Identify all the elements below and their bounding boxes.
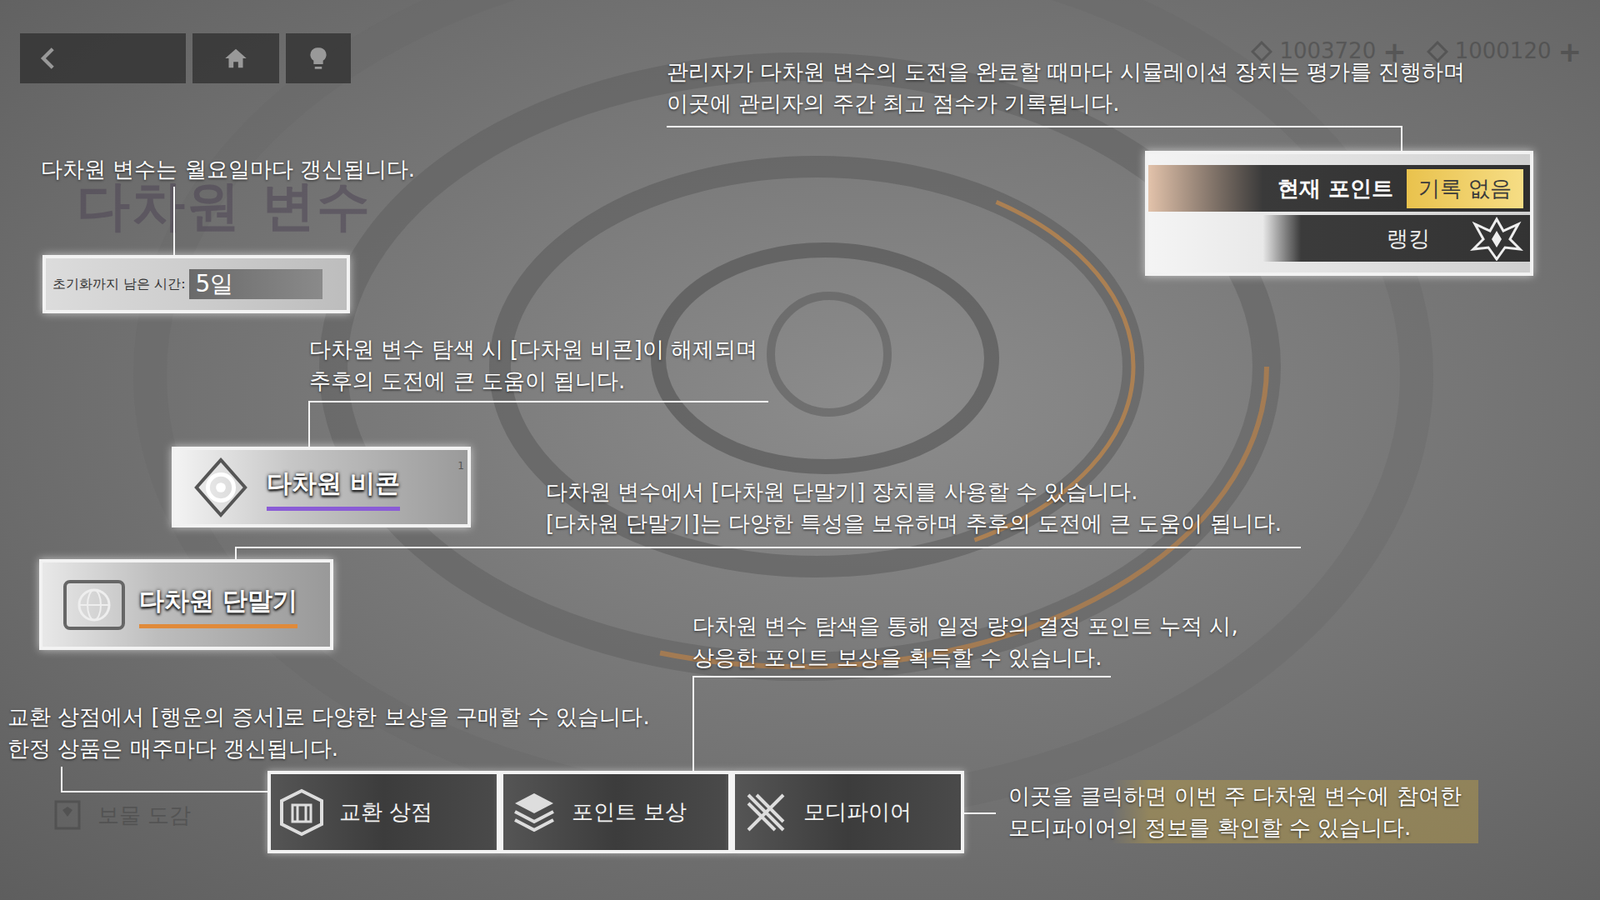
reward-button[interactable]: 포인트 보상 — [500, 770, 733, 854]
home-button[interactable] — [192, 33, 280, 84]
back-button[interactable] — [20, 33, 186, 84]
game-screen: 1003720+1000120+ 다차원 변수 초기화까지 남은 시간: 5일 … — [0, 0, 1600, 900]
tip-line: 관리자가 다차원 변수의 도전을 완료할 때마다 시뮬레이션 장치는 평가를 진… — [666, 55, 1465, 88]
tutorial-tip: 교환 상점에서 [행운의 증서]로 다양한 보상을 구매할 수 있습니다.한정 … — [7, 700, 650, 765]
currency-add-button[interactable]: + — [1558, 37, 1583, 66]
tip-line: 상응한 포인트 보상을 획득할 수 있습니다. — [692, 641, 1239, 674]
tutorial-tip: 다차원 변수에서 [다차원 단말기] 장치를 사용할 수 있습니다.[다차원 단… — [545, 475, 1282, 540]
lightbulb-icon — [304, 44, 333, 73]
terminal-label: 다차원 단말기 — [139, 581, 298, 629]
tip-line: 이곳을 클릭하면 이번 주 다차원 변수에 참여한 — [1008, 780, 1462, 812]
tip-line: 이곳에 관리자의 주간 최고 점수가 기록됩니다. — [666, 87, 1465, 120]
tip-line: 한정 상품은 매주마다 갱신됩니다. — [7, 732, 650, 765]
currency-value: 1000120 — [1455, 35, 1552, 68]
tip-button[interactable] — [285, 33, 351, 84]
tip-line: 다차원 변수 탐색을 통해 일정 량의 결정 포인트 누적 시, — [692, 610, 1239, 642]
bottom-bar: 교환 상점 포인트 보상 모디파이어 — [267, 770, 965, 854]
shop-button[interactable]: 교환 상점 — [267, 770, 500, 854]
bar-label: 모디파이어 — [803, 795, 912, 829]
beacon-label: 다차원 비콘 — [266, 464, 400, 511]
tip-line: 교환 상점에서 [행운의 증서]로 다양한 보상을 구매할 수 있습니다. — [7, 700, 650, 733]
reset-value: 5일 — [189, 269, 323, 300]
points-value: 기록 없음 — [1406, 169, 1524, 209]
beacon-hexagon-icon — [188, 455, 254, 520]
bar-label: 포인트 보상 — [571, 795, 687, 829]
reward-stack-icon — [510, 788, 559, 837]
reset-label: 초기화까지 남은 시간: — [52, 274, 186, 295]
tutorial-tip: 관리자가 다차원 변수의 도전을 완료할 때마다 시뮬레이션 장치는 평가를 진… — [666, 55, 1465, 120]
callout-lines — [0, 0, 1600, 900]
terminal-button[interactable]: 다차원 단말기 — [39, 559, 334, 650]
reset-timer: 초기화까지 남은 시간: 5일 — [42, 255, 350, 314]
page-title: 다차원 변수 — [76, 176, 372, 235]
points-panel[interactable]: 현재 포인트 기록 없음 랭킹 — [1145, 150, 1534, 276]
currency-gem-icon — [1250, 40, 1273, 63]
top-nav — [20, 33, 351, 84]
back-arrow-icon — [35, 44, 64, 73]
beacon-button[interactable]: 다차원 비콘 1 — [171, 446, 471, 528]
tutorial-tip: 다차원 변수 탐색을 통해 일정 량의 결정 포인트 누적 시,상응한 포인트 … — [692, 610, 1239, 674]
tutorial-tip: 이곳을 클릭하면 이번 주 다차원 변수에 참여한모디파이어의 정보를 확인할 … — [1008, 780, 1479, 844]
points-label: 현재 포인트 — [1277, 172, 1394, 205]
tutorial-tip: 다차원 변수 탐색 시 [다차원 비콘]이 해제되며추후의 도전에 큰 도움이 … — [309, 333, 758, 397]
bar-label: 교환 상점 — [339, 795, 433, 829]
collection-button[interactable]: 보물 도감 — [50, 798, 191, 832]
tip-line: 다차원 변수는 월요일마다 갱신됩니다. — [40, 153, 415, 185]
terminal-globe-icon — [62, 579, 126, 631]
tutorial-tip: 다차원 변수는 월요일마다 갱신됩니다. — [40, 153, 415, 185]
home-icon — [221, 44, 250, 73]
collection-label: 보물 도감 — [97, 799, 191, 832]
tip-line: [다차원 단말기]는 다양한 특성을 보유하며 추후의 도전에 큰 도움이 됩니… — [545, 507, 1282, 540]
shop-badge-icon — [277, 788, 326, 837]
tip-line: 모디파이어의 정보를 확인할 수 있습니다. — [1008, 811, 1462, 844]
collection-book-icon — [50, 798, 85, 832]
modifier-button[interactable]: 모디파이어 — [731, 770, 965, 854]
ranking-label: 랭킹 — [1386, 222, 1430, 255]
beacon-badge: 1 — [457, 458, 465, 474]
tip-line: 다차원 변수 탐색 시 [다차원 비콘]이 해제되며 — [309, 333, 758, 365]
rank-emblem-icon — [1470, 215, 1524, 261]
modifier-cross-icon — [741, 788, 790, 837]
currency-gem-icon — [1426, 40, 1449, 63]
tip-line: 추후의 도전에 큰 도움이 됩니다. — [309, 365, 758, 397]
tip-line: 다차원 변수에서 [다차원 단말기] 장치를 사용할 수 있습니다. — [545, 475, 1282, 508]
